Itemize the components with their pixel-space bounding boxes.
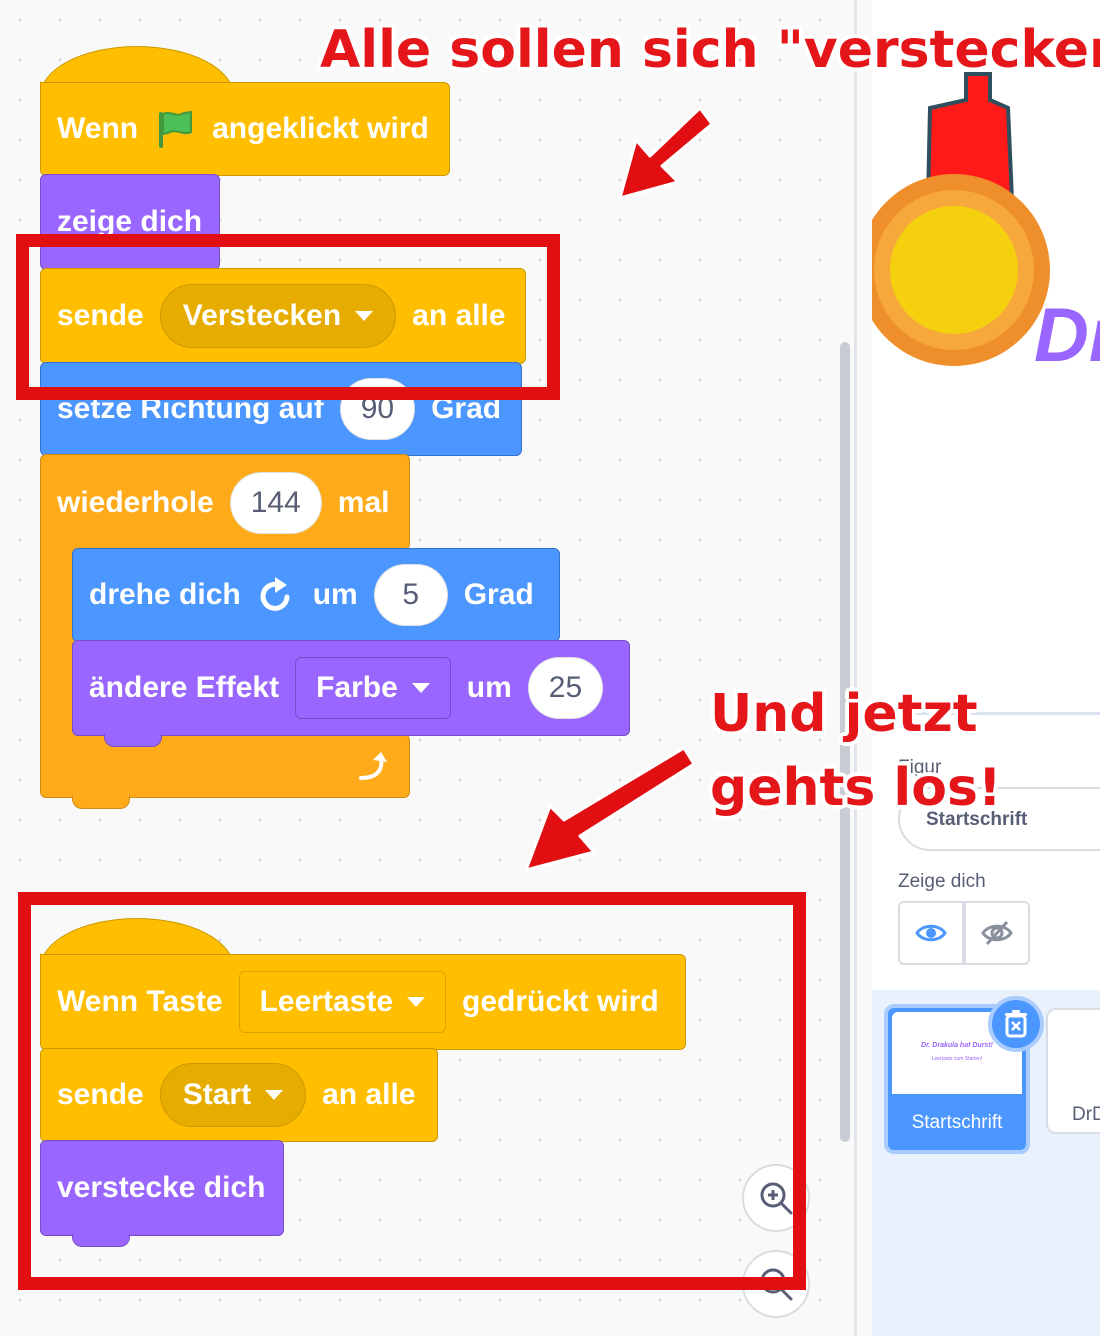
show-sprite-toggle[interactable] xyxy=(898,901,964,965)
turn-mid: um xyxy=(312,578,358,611)
rotate-clockwise-icon xyxy=(260,577,290,611)
turn-unit: Grad xyxy=(463,578,534,611)
stage-partial-text: Dr xyxy=(1034,293,1100,378)
eye-icon xyxy=(915,924,947,942)
repeat-block[interactable]: wiederhole 144 mal xyxy=(40,454,410,550)
green-flag-icon xyxy=(159,110,193,148)
sprite-thumb-next[interactable]: DrD xyxy=(1046,1008,1100,1134)
trash-icon xyxy=(1005,1010,1027,1038)
hat-label-after: angeklickt wird xyxy=(212,112,429,145)
change-effect-block[interactable]: ändere Effekt Farbe um 25 xyxy=(72,640,630,736)
callout-bottom-line1: Und jetzt xyxy=(710,684,978,744)
highlight-box-script2 xyxy=(18,892,806,1290)
effect-amount-input[interactable]: 25 xyxy=(527,657,604,719)
panel-divider xyxy=(854,0,857,1336)
turn-degrees-input[interactable]: 5 xyxy=(373,564,448,626)
when-flag-clicked-block[interactable]: Wenn angeklickt wird xyxy=(40,82,450,176)
effect-label: ändere Effekt xyxy=(89,671,280,704)
effect-mid: um xyxy=(466,671,512,704)
sun-inner xyxy=(890,206,1018,334)
repeat-label: wiederhole xyxy=(57,485,214,519)
repeat-arrow-icon xyxy=(359,752,387,780)
turn-label: drehe dich xyxy=(89,578,241,611)
sprite-thumb-label: Startschrift xyxy=(911,1112,1003,1133)
effect-notch xyxy=(104,734,162,747)
repeat-count-input[interactable]: 144 xyxy=(229,471,322,534)
chevron-down-icon xyxy=(411,683,430,693)
repeat-block-arm xyxy=(40,546,74,746)
stage-area[interactable]: Dr xyxy=(872,0,1100,712)
callout-top: Alle sollen sich "verstecken" xyxy=(320,20,1100,80)
eye-slash-icon xyxy=(981,920,1013,946)
highlight-box-broadcast xyxy=(16,234,560,400)
sprite-thumb-text-2: Leertaste zum Starten! xyxy=(931,1056,983,1062)
turn-right-block[interactable]: drehe dich um 5 Grad xyxy=(72,548,560,642)
show-toggle-label: Zeige dich xyxy=(898,871,986,892)
effect-type-dropdown[interactable]: Farbe xyxy=(295,657,451,719)
sprite-info-panel: Figur Startschrift Zeige dich xyxy=(872,712,1100,993)
effect-type-value: Farbe xyxy=(316,671,398,704)
hat-label-before: Wenn xyxy=(57,112,139,145)
hide-sprite-toggle[interactable] xyxy=(964,901,1030,965)
delete-sprite-button[interactable] xyxy=(988,996,1044,1052)
repeat-bottom-notch xyxy=(72,796,130,809)
repeat-unit: mal xyxy=(337,485,390,519)
repeat-block-bottom xyxy=(40,734,410,798)
callout-bottom-line2: gehts los! xyxy=(710,758,1002,818)
sprite-next-label: DrD xyxy=(1072,1104,1100,1125)
sprite-list-panel: Dr. Drakula hat Durst! Leertaste zum Sta… xyxy=(872,990,1100,1336)
